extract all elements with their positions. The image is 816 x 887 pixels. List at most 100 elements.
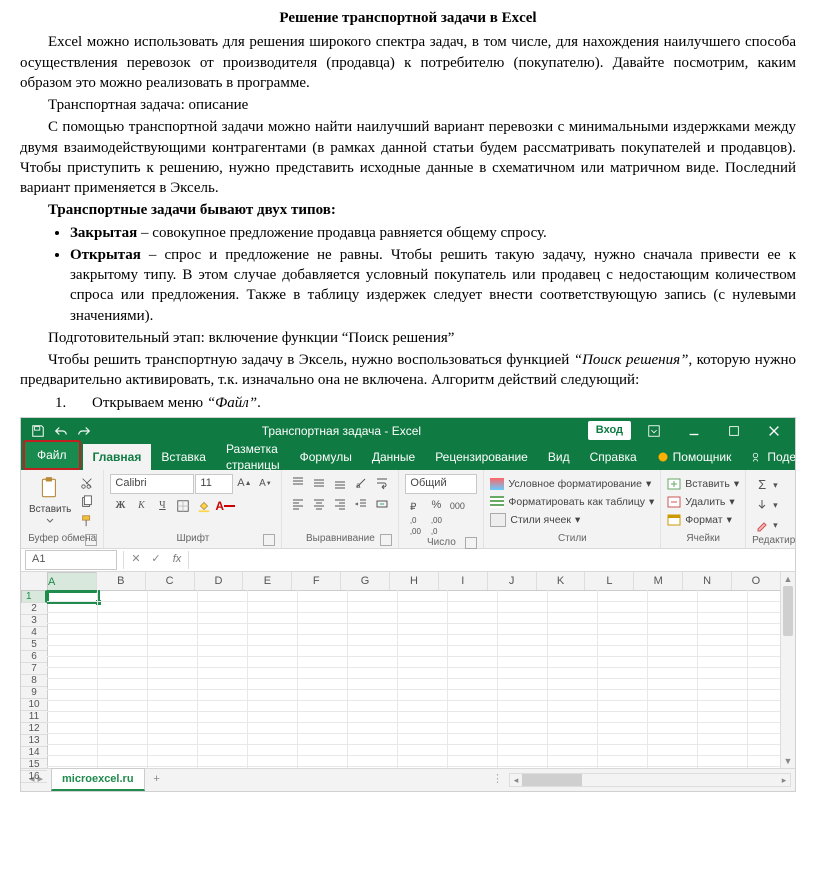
percent-icon[interactable]: % <box>426 497 446 515</box>
styles-group: Условное форматирование ▾ Форматировать … <box>484 470 661 548</box>
format-as-table-button[interactable]: Форматировать как таблицу ▾ <box>490 494 654 510</box>
doc-li2: Открытая – спрос и предложение не равны.… <box>70 245 796 326</box>
doc-p1: Excel можно использовать для решения шир… <box>20 32 796 93</box>
formula-bar: A1 ✕ ✓ fx <box>21 549 795 572</box>
decrease-font-icon[interactable]: A▼ <box>255 475 275 493</box>
editing-group: Σ▾ ▾ ▾ Редактирование <box>746 470 796 548</box>
enter-fx-icon[interactable]: ✓ <box>146 550 166 570</box>
doc-p5: Подготовительный этап: включение функции… <box>20 328 796 348</box>
number-group: Общий ₽ % 000 ,0,00 ,00,0 Число <box>399 470 484 548</box>
conditional-formatting-button[interactable]: Условное форматирование ▾ <box>490 476 651 492</box>
worksheet[interactable]: ABCDEFGHIJKLMNO 12345678910111213141516 … <box>21 572 795 768</box>
doc-p4: Транспортные задачи бывают двух типов: <box>20 200 796 220</box>
alignment-label: Выравнивание <box>306 533 375 544</box>
name-box[interactable]: A1 <box>25 550 117 570</box>
align-middle-icon[interactable] <box>309 474 329 492</box>
minimize-icon[interactable] <box>677 418 711 444</box>
number-format-select[interactable]: Общий <box>405 474 477 494</box>
undo-icon[interactable] <box>50 420 72 442</box>
fx-icon[interactable]: fx <box>166 550 186 570</box>
font-size-select[interactable]: 11 <box>195 474 233 494</box>
merge-icon[interactable] <box>372 495 392 513</box>
accounting-icon[interactable]: ₽ <box>405 497 425 515</box>
align-left-icon[interactable] <box>288 495 308 513</box>
fill-color-icon[interactable] <box>194 497 214 515</box>
doc-ol1: Открываем меню “Файл”. <box>70 393 796 413</box>
align-top-icon[interactable] <box>288 474 308 492</box>
insert-tab[interactable]: Вставка <box>151 444 216 470</box>
format-cells-button[interactable]: Формат ▾ <box>667 512 732 528</box>
signin-button[interactable]: Вход <box>588 421 631 440</box>
increase-decimal-icon[interactable]: ,0,00 <box>405 518 425 536</box>
close-icon[interactable] <box>757 418 791 444</box>
number-dialog-icon[interactable] <box>465 537 477 549</box>
save-icon[interactable] <box>27 420 49 442</box>
borders-icon[interactable] <box>173 497 193 515</box>
tellme-tab[interactable]: Помощник <box>647 444 742 470</box>
delete-cells-button[interactable]: Удалить ▾ <box>667 494 734 510</box>
excel-titlebar: Транспортная задача - Excel Вход <box>21 418 795 444</box>
underline-icon[interactable]: Ч <box>152 497 172 515</box>
sheet-tab[interactable]: microexcel.ru <box>51 768 145 791</box>
font-dialog-icon[interactable] <box>263 534 275 546</box>
sheet-tab-bar: ◂ ▸ microexcel.ru + ⋮ ◂ ▸ <box>21 768 795 791</box>
wrap-text-icon[interactable] <box>372 474 392 492</box>
select-all-corner[interactable] <box>21 572 48 591</box>
font-name-select[interactable]: Calibri <box>110 474 194 494</box>
maximize-icon[interactable] <box>717 418 751 444</box>
paste-button[interactable]: Вставить <box>27 474 73 526</box>
italic-icon[interactable]: К <box>131 497 151 515</box>
align-right-icon[interactable] <box>330 495 350 513</box>
decrease-indent-icon[interactable] <box>351 495 371 513</box>
autosum-icon[interactable]: Σ <box>752 476 772 494</box>
font-color-icon[interactable]: A <box>215 497 235 515</box>
data-tab[interactable]: Данные <box>362 444 425 470</box>
view-tab[interactable]: Вид <box>538 444 580 470</box>
vertical-scrollbar[interactable]: ▲ ▼ <box>780 572 795 768</box>
alignment-dialog-icon[interactable] <box>380 534 392 546</box>
ribbon-options-icon[interactable] <box>637 418 671 444</box>
excel-title: Транспортная задача - Excel <box>95 423 588 439</box>
cells-label: Ячейки <box>667 532 739 548</box>
review-tab[interactable]: Рецензирование <box>425 444 538 470</box>
redo-icon[interactable] <box>73 420 95 442</box>
doc-li1: Закрытая – совокупное предложение продав… <box>70 223 796 243</box>
align-bottom-icon[interactable] <box>330 474 350 492</box>
cancel-fx-icon[interactable]: ✕ <box>126 550 146 570</box>
home-tab[interactable]: Главная <box>83 444 152 470</box>
number-label: Число <box>427 537 456 548</box>
formula-input[interactable] <box>188 551 795 569</box>
orientation-icon[interactable]: a <box>351 474 371 492</box>
column-headers[interactable]: ABCDEFGHIJKLMNO <box>47 572 781 591</box>
copy-icon[interactable] <box>77 493 97 511</box>
doc-title: Решение транспортной задачи в Excel <box>20 8 796 28</box>
align-center-icon[interactable] <box>309 495 329 513</box>
clipboard-dialog-icon[interactable] <box>85 534 97 546</box>
decrease-decimal-icon[interactable]: ,00,0 <box>426 518 446 536</box>
file-tab[interactable]: Файл <box>23 440 81 470</box>
horizontal-scrollbar[interactable]: ◂ ▸ <box>509 773 791 787</box>
fill-icon[interactable] <box>752 496 772 514</box>
doc-p2: Транспортная задача: описание <box>20 95 796 115</box>
cells-area[interactable] <box>47 590 781 768</box>
clear-icon[interactable] <box>752 516 772 534</box>
doc-p6: Чтобы решить транспортную задачу в Эксел… <box>20 350 796 391</box>
comma-icon[interactable]: 000 <box>447 497 467 515</box>
increase-font-icon[interactable]: A▲ <box>234 475 254 493</box>
formulas-tab[interactable]: Формулы <box>290 444 362 470</box>
help-tab[interactable]: Справка <box>580 444 647 470</box>
layout-tab[interactable]: Разметка страницы <box>216 444 290 470</box>
ribbon: Вставить Буфер обмена Calibri 11 <box>21 470 795 549</box>
add-sheet-button[interactable]: + <box>145 769 169 791</box>
insert-cells-button[interactable]: Вставить ▾ <box>667 476 739 492</box>
format-painter-icon[interactable] <box>77 512 97 530</box>
editing-label: Редактирование <box>752 534 796 550</box>
cut-icon[interactable] <box>77 474 97 492</box>
bold-icon[interactable]: Ж <box>110 497 130 515</box>
share-button[interactable]: Поделиться <box>741 444 796 470</box>
doc-p3: С помощью транспортной задачи можно найт… <box>20 117 796 198</box>
cell-styles-button[interactable]: Стили ячеек ▾ <box>490 512 580 528</box>
row-headers[interactable]: 12345678910111213141516 <box>21 590 48 768</box>
font-label: Шрифт <box>176 533 209 544</box>
font-group: Calibri 11 A▲ A▼ Ж К Ч A Шрифт <box>104 470 282 548</box>
